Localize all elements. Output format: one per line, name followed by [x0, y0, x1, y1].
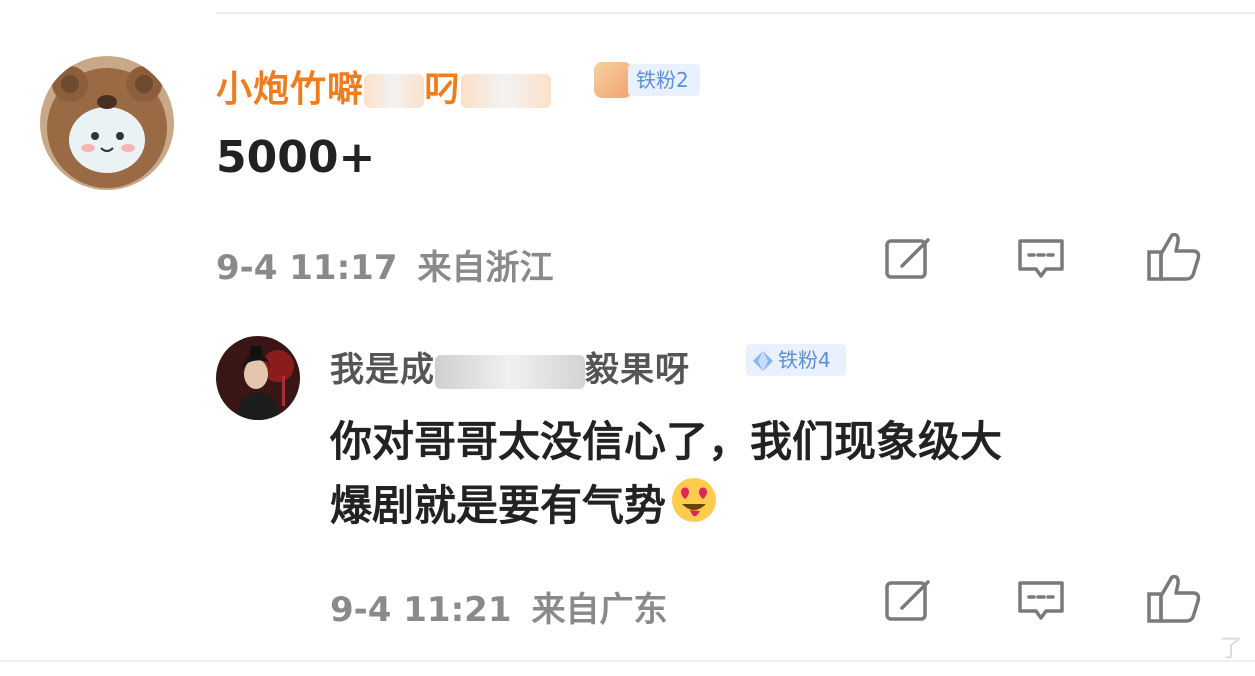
badge-label: 铁粉2 — [636, 68, 689, 92]
replier-avatar[interactable] — [216, 336, 300, 420]
reply-location: 来自广东 — [531, 590, 668, 630]
fan-badge[interactable]: 铁粉4 — [746, 344, 846, 376]
bear-costume-avatar-image — [40, 56, 174, 190]
comment-location: 来自浙江 — [417, 248, 554, 288]
blurred-username-part — [364, 74, 425, 108]
comment-time: 9-4 11:17 — [216, 248, 398, 288]
badge-label: 铁粉4 — [778, 348, 831, 372]
blurred-emoji — [594, 62, 632, 98]
reply-time: 9-4 11:21 — [330, 590, 512, 630]
commenter-username[interactable]: 小炮竹噼 叼 — [216, 60, 552, 112]
username-suffix: 毅果呀 — [585, 350, 690, 390]
like-icon[interactable] — [1146, 572, 1202, 624]
like-icon[interactable] — [1146, 230, 1202, 282]
diamond-icon — [746, 344, 774, 381]
username-visible-text: 小炮竹噼 — [216, 69, 365, 110]
blurred-username-part — [461, 74, 552, 108]
reply-line-1: 你对哥哥太没信心了，我们现象级大 — [330, 417, 1003, 466]
reply-line-2-text: 爆剧就是要有气势 — [330, 481, 667, 530]
comment-icon[interactable] — [1016, 236, 1066, 282]
username-prefix: 我是成 — [330, 350, 435, 390]
fan-badge[interactable]: 铁粉2 — [628, 64, 700, 96]
share-edit-icon[interactable] — [884, 578, 934, 622]
comment-icon[interactable] — [1016, 578, 1066, 624]
comment-meta: 9-4 11:17 来自浙江 — [216, 240, 554, 289]
portrait-avatar-image — [216, 336, 300, 420]
top-divider — [216, 12, 1255, 14]
username-visible-tail: 叼 — [424, 69, 462, 110]
comment-text: 5000+ — [216, 132, 376, 183]
reply-meta: 9-4 11:21 来自广东 — [330, 582, 668, 631]
blurred-username-part — [435, 354, 585, 389]
share-edit-icon[interactable] — [884, 236, 934, 280]
commenter-avatar[interactable] — [40, 56, 174, 190]
watermark-text: 了 — [1219, 634, 1243, 662]
replier-username[interactable]: 我是成 毅果呀 — [330, 342, 690, 391]
heart-eyes-emoji-icon — [670, 476, 718, 542]
bottom-divider — [0, 660, 1255, 662]
reply-text: 你对哥哥太没信心了，我们现象级大 爆剧就是要有气势 — [330, 410, 1200, 542]
reply-line-2: 爆剧就是要有气势 — [330, 474, 1200, 542]
